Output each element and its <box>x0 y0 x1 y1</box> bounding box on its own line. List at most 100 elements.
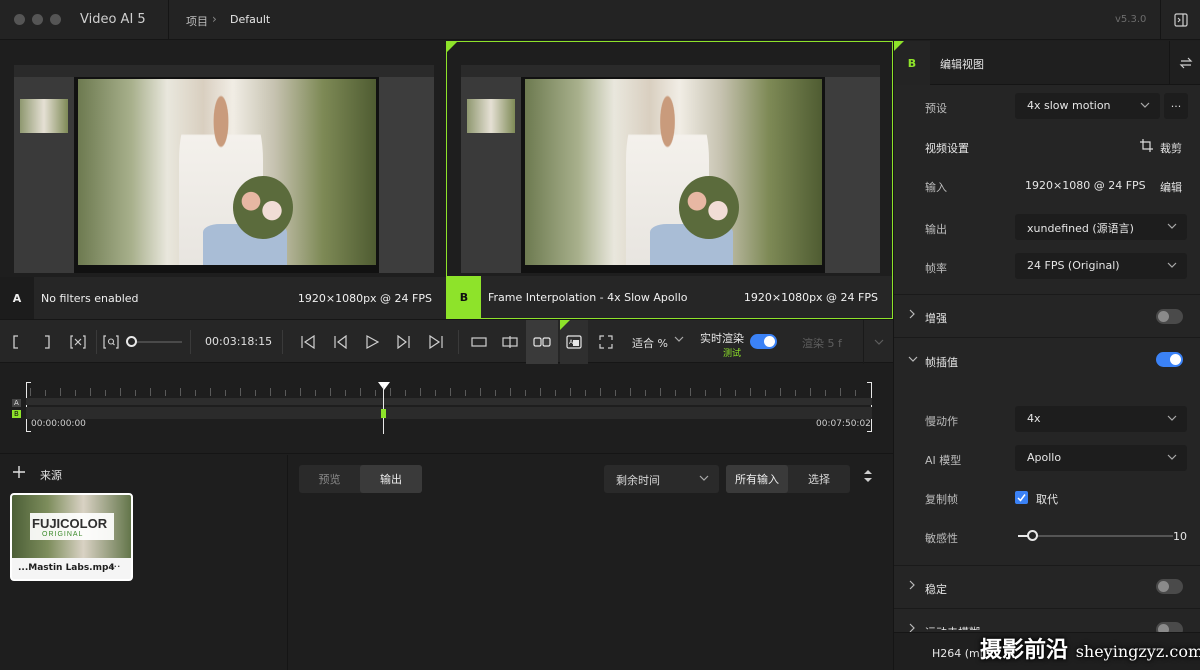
title-bar: Video AI 5 项目 › Default v5.3.0 <box>0 0 1200 40</box>
play-button[interactable] <box>360 320 384 364</box>
render-button[interactable]: 渲染 5 f <box>802 335 842 351</box>
ai-model-dropdown[interactable]: Apollo <box>1015 445 1187 471</box>
input-edit-button[interactable]: 编辑 <box>1160 179 1182 195</box>
stabilize-section-label[interactable]: 稳定 <box>925 581 947 597</box>
zoom-fit-button[interactable] <box>100 320 122 364</box>
sort-order-icon[interactable] <box>863 468 873 487</box>
filter-all-inputs[interactable]: 所有输入 <box>726 465 788 493</box>
playhead-handle[interactable] <box>378 382 390 390</box>
interpolation-toggle[interactable] <box>1156 352 1183 367</box>
preview-image-b <box>461 65 880 273</box>
crop-button[interactable]: 裁剪 <box>1160 140 1182 156</box>
mark-out-button[interactable] <box>37 320 57 364</box>
ai-model-chevron-down-icon <box>1167 452 1177 465</box>
zoom-slider-track[interactable] <box>132 341 182 343</box>
previous-frame-button[interactable] <box>328 320 352 364</box>
compare-overlay-button[interactable]: A <box>560 320 588 364</box>
panel-toggle-button[interactable] <box>1160 0 1200 40</box>
render-options-button[interactable] <box>863 320 893 364</box>
preset-value: 4x slow motion <box>1027 99 1111 112</box>
watermark-url: sheyingzyz.com <box>1075 642 1200 661</box>
timeline-track-b[interactable] <box>26 407 872 419</box>
section-divider <box>894 608 1200 609</box>
codec-dropdown[interactable]: H264 (mp <box>932 647 987 660</box>
pane-a-filter-text: No filters enabled <box>41 292 139 305</box>
zoom-fit-dropdown[interactable]: 适合 % <box>632 335 668 351</box>
output-chevron-down-icon <box>1167 221 1177 234</box>
tab-output[interactable]: 输出 <box>360 465 422 493</box>
zoom-slider-handle[interactable] <box>126 336 137 347</box>
playhead-marker-b <box>381 409 386 418</box>
enhance-chevron-right-icon[interactable] <box>908 309 916 322</box>
window-close-dot[interactable] <box>14 14 25 25</box>
output-dropdown[interactable]: xundefined (源语言) <box>1015 214 1187 240</box>
watermark: 摄影前沿 sheyingzyz.com <box>980 632 1200 664</box>
timeline-track-a[interactable] <box>26 398 872 405</box>
stabilize-toggle[interactable] <box>1156 579 1183 594</box>
swap-arrows-icon <box>1179 57 1192 69</box>
slowmo-value: 4x <box>1027 412 1041 425</box>
watermark-cn: 摄影前沿 <box>980 638 1069 663</box>
source-video-card[interactable]: FUJICOLOR ORIGINAL ...Mastin Labs.mp4 ··… <box>10 493 133 581</box>
step-back-icon <box>334 335 347 349</box>
clear-marks-button[interactable] <box>66 320 90 364</box>
clear-range-icon <box>70 335 86 349</box>
framerate-dropdown[interactable]: 24 FPS (Original) <box>1015 253 1187 279</box>
sensitivity-value: 10 <box>1173 530 1187 543</box>
settings-corner-marker <box>894 41 904 51</box>
view-split-button[interactable] <box>497 320 523 364</box>
crop-icon <box>1140 139 1153 155</box>
filter-select[interactable]: 选择 <box>788 465 850 493</box>
preview-pane-a[interactable]: A No filters enabled 1920×1080px @ 24 FP… <box>0 41 446 319</box>
stabilize-chevron-right-icon[interactable] <box>908 580 916 593</box>
realtime-render-toggle[interactable] <box>750 334 777 349</box>
swap-view-button[interactable] <box>1169 41 1200 85</box>
sort-dropdown[interactable]: 剩余时间 <box>604 465 719 493</box>
title-divider <box>168 0 169 40</box>
section-divider <box>894 294 1200 295</box>
single-view-icon <box>471 337 487 347</box>
interp-chevron-down-icon[interactable] <box>908 353 918 366</box>
window-minimize-dot[interactable] <box>32 14 43 25</box>
pane-a-badge: A <box>0 277 34 319</box>
go-to-start-button[interactable] <box>296 320 320 364</box>
bracket-right-icon <box>45 335 50 349</box>
app-window: Video AI 5 项目 › Default v5.3.0 A No filt… <box>0 0 1200 670</box>
replace-duplicates-checkbox[interactable] <box>1015 491 1028 504</box>
control-divider <box>458 330 459 354</box>
fullscreen-button[interactable] <box>594 320 618 364</box>
track-b-label: B <box>12 410 21 418</box>
add-source-button[interactable] <box>10 463 28 481</box>
motion-deblur-section-label[interactable]: 运动去模糊 <box>925 624 980 630</box>
split-view-icon <box>502 336 518 348</box>
mark-in-button[interactable] <box>6 320 26 364</box>
go-to-end-button[interactable] <box>424 320 448 364</box>
skip-start-icon <box>301 335 315 349</box>
window-zoom-dot[interactable] <box>50 14 61 25</box>
side-by-side-icon <box>533 337 551 347</box>
next-frame-button[interactable] <box>392 320 416 364</box>
preset-dropdown[interactable]: 4x slow motion <box>1015 93 1160 119</box>
playback-controls: 00:03:18:15 A 适合 % 实时渲染 测试 渲染 5 f <box>0 319 893 364</box>
interpolation-section-label[interactable]: 帧插值 <box>925 354 958 370</box>
plus-icon <box>13 466 25 478</box>
tab-preview[interactable]: 预览 <box>299 465 360 493</box>
current-timecode: 00:03:18:15 <box>205 335 273 348</box>
duplicate-frames-label: 复制帧 <box>925 493 958 506</box>
view-single-button[interactable] <box>466 320 492 364</box>
preview-pane-b[interactable]: B Frame Interpolation - 4x Slow Apollo 1… <box>446 41 893 319</box>
source-more-button[interactable]: ··· <box>110 560 121 573</box>
sensitivity-slider-track[interactable] <box>1018 535 1173 537</box>
slowmo-dropdown[interactable]: 4x <box>1015 406 1187 432</box>
thumbnail-logo-subtext: ORIGINAL <box>42 531 84 538</box>
enhance-section-label[interactable]: 增强 <box>925 310 947 326</box>
control-divider <box>282 330 283 354</box>
output-panel: 预览 输出 剩余时间 所有输入 选择 <box>289 455 893 670</box>
timeline[interactable]: A B 00:00:00:00 00:07:50:02 <box>0 364 893 454</box>
breadcrumb-project[interactable]: 项目 <box>186 13 208 29</box>
preset-more-button[interactable]: ··· <box>1164 93 1188 119</box>
view-side-by-side-button[interactable] <box>526 320 558 364</box>
zoom-range-icon <box>103 335 119 349</box>
enhance-toggle[interactable] <box>1156 309 1183 324</box>
sensitivity-slider-handle[interactable] <box>1027 530 1038 541</box>
